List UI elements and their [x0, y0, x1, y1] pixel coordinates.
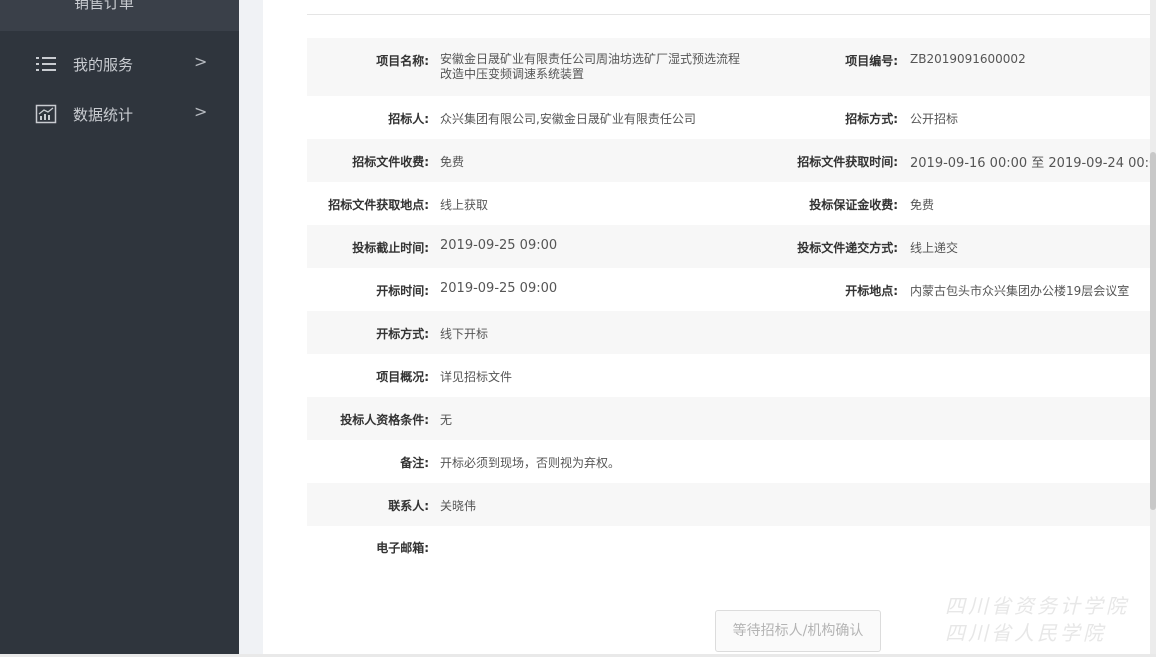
- overview-value: 详见招标文件: [440, 370, 513, 384]
- email-label: 电子邮箱:: [376, 541, 429, 555]
- project-name-value: 安徽金日晟矿业有限责任公司周油坊选矿厂湿式预选流程改造中压变频调速系统装置: [440, 52, 741, 81]
- divider: [307, 14, 1156, 15]
- submit-method-value: 线上递交: [910, 241, 959, 255]
- doc-place-label: 招标文件获取地点:: [328, 198, 429, 212]
- tenderer-value: 众兴集团有限公司,安徽金日晟矿业有限责任公司: [440, 112, 696, 126]
- open-method-value: 线下开标: [440, 327, 489, 341]
- detail-row: 开标时间: 2019-09-25 09:00 开标地点: 内蒙古包头市众兴集团办…: [307, 268, 1156, 311]
- project-no-value: ZB2019091600002: [910, 52, 1026, 66]
- submit-method-label: 投标文件递交方式:: [797, 241, 898, 255]
- remark-value: 开标必须到现场，否则视为弃权。: [440, 456, 621, 470]
- deadline-value: 2019-09-25 09:00: [440, 238, 558, 253]
- watermark-line-1: 四川省资务计学院: [945, 594, 1129, 618]
- tender-detail-panel: 项目名称: 安徽金日晟矿业有限责任公司周油坊选矿厂湿式预选流程改造中压变频调速系…: [263, 0, 1156, 657]
- qualification-value: 无: [440, 413, 453, 427]
- deposit-fee-label: 投标保证金收费:: [809, 198, 898, 212]
- qualification-label: 投标人资格条件:: [340, 413, 429, 427]
- doc-time-value: 2019-09-16 00:00 至 2019-09-24 00:00: [910, 156, 1156, 171]
- list-icon: [36, 57, 56, 71]
- deadline-label: 投标截止时间:: [352, 241, 429, 255]
- sidebar-item-label: 销售订单: [74, 0, 135, 12]
- open-time-label: 开标时间:: [376, 284, 429, 298]
- open-place-value: 内蒙古包头市众兴集团办公楼19层会议室: [910, 284, 1130, 298]
- open-place-label: 开标地点:: [845, 284, 898, 298]
- sidebar: 销售订单 我的服务 > 数据统计 >: [0, 0, 239, 657]
- sidebar-item-label: 我的服务: [73, 56, 134, 74]
- detail-row: 电子邮箱:: [307, 526, 1156, 569]
- scrollbar[interactable]: [1150, 0, 1156, 657]
- gutter: [239, 0, 263, 657]
- detail-row: 开标方式: 线下开标: [307, 311, 1156, 354]
- overview-label: 项目概况:: [376, 370, 429, 384]
- tender-method-label: 招标方式:: [845, 112, 898, 126]
- sidebar-item-sales-order[interactable]: 销售订单: [0, 0, 239, 31]
- contact-value: 关晓伟: [440, 499, 477, 513]
- detail-row: 投标人资格条件: 无: [307, 397, 1156, 440]
- detail-row: 投标截止时间: 2019-09-25 09:00 投标文件递交方式: 线上递交: [307, 225, 1156, 268]
- chart-icon: [35, 104, 57, 124]
- detail-row: 招标文件收费: 免费 招标文件获取时间: 2019-09-16 00:00 至 …: [307, 139, 1156, 182]
- detail-row: 联系人: 关晓伟: [307, 483, 1156, 526]
- tenderer-label: 招标人:: [388, 112, 429, 126]
- detail-row: 项目名称: 安徽金日晟矿业有限责任公司周油坊选矿厂湿式预选流程改造中压变频调速系…: [307, 38, 1156, 96]
- sidebar-item-my-services[interactable]: 我的服务 >: [0, 39, 239, 89]
- doc-fee-value: 免费: [440, 155, 465, 169]
- project-no-label: 项目编号:: [845, 54, 898, 68]
- deposit-fee-value: 免费: [910, 198, 935, 212]
- doc-place-value: 线上获取: [440, 198, 489, 212]
- sidebar-item-statistics[interactable]: 数据统计 >: [0, 89, 239, 139]
- detail-row: 招标文件获取地点: 线上获取 投标保证金收费: 免费: [307, 182, 1156, 225]
- doc-fee-label: 招标文件收费:: [352, 155, 429, 169]
- await-confirmation-button[interactable]: 等待招标人/机构确认: [715, 610, 881, 652]
- detail-row: 项目概况: 详见招标文件: [307, 354, 1156, 397]
- project-name-label: 项目名称:: [376, 54, 429, 68]
- doc-time-label: 招标文件获取时间:: [797, 155, 898, 169]
- chevron-right-icon: >: [194, 52, 208, 71]
- tender-method-value: 公开招标: [910, 112, 959, 126]
- open-method-label: 开标方式:: [376, 327, 429, 341]
- contact-label: 联系人:: [388, 499, 429, 513]
- detail-row: 招标人: 众兴集团有限公司,安徽金日晟矿业有限责任公司 招标方式: 公开招标: [307, 96, 1156, 139]
- watermark-line-2: 四川省人民学院: [945, 621, 1106, 645]
- remark-label: 备注:: [400, 456, 429, 470]
- chevron-right-icon: >: [194, 102, 208, 121]
- detail-row: 备注: 开标必须到现场，否则视为弃权。: [307, 440, 1156, 483]
- open-time-value: 2019-09-25 09:00: [440, 281, 558, 296]
- sidebar-item-label: 数据统计: [73, 106, 134, 124]
- scrollbar-thumb[interactable]: [1150, 152, 1156, 510]
